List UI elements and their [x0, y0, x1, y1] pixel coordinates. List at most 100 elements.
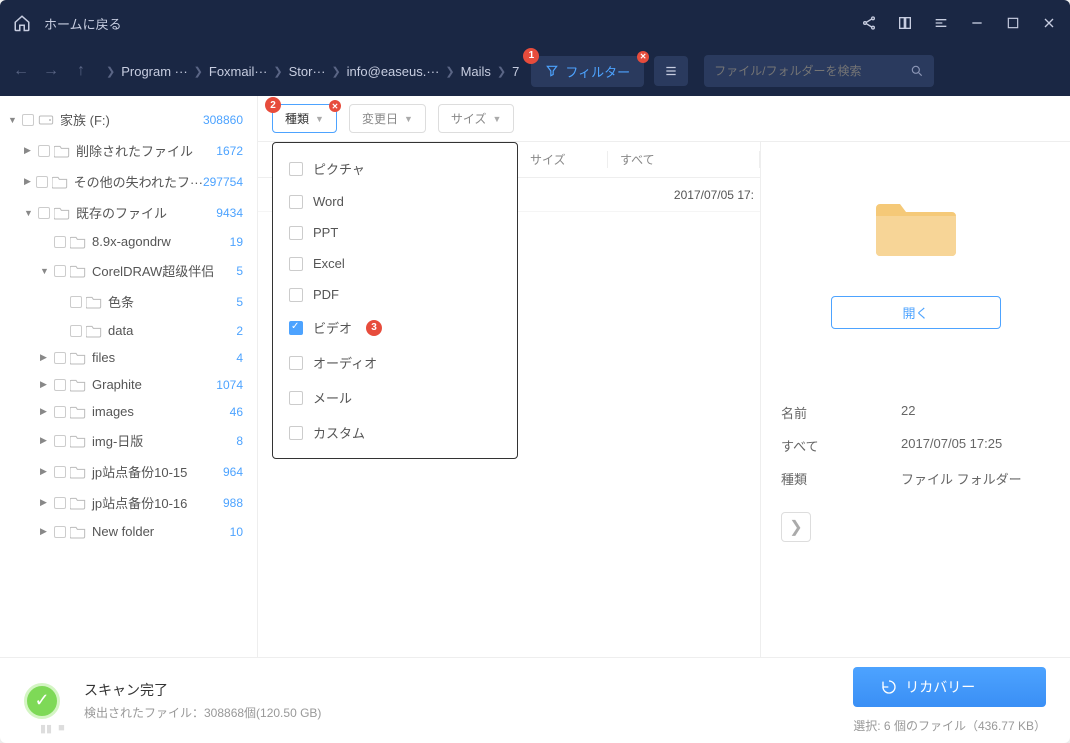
tree-item[interactable]: ▶ images 46 — [0, 398, 257, 425]
checkbox[interactable] — [289, 321, 303, 335]
checkbox[interactable] — [289, 257, 303, 271]
checkbox[interactable] — [54, 352, 66, 364]
search-icon[interactable] — [910, 64, 924, 78]
tree-toggle-icon[interactable]: ▶ — [40, 497, 52, 508]
tree-item[interactable]: 色条 5 — [0, 286, 257, 317]
dropdown-item[interactable]: PPT — [273, 217, 517, 248]
tree-toggle-icon[interactable]: ▶ — [40, 406, 52, 417]
tree-item[interactable]: ▶ New folder 10 — [0, 518, 257, 545]
tree-item[interactable]: ▼ CorelDRAW超级伴侣 5 — [0, 255, 257, 286]
tree-item[interactable]: ▶ Graphite 1074 — [0, 371, 257, 398]
breadcrumb-segment[interactable]: Mails — [461, 64, 491, 79]
dropdown-item[interactable]: ビデオ3 — [273, 310, 517, 345]
type-dropdown[interactable]: ピクチャWordPPTExcelPDFビデオ3オーディオメールカスタム — [272, 142, 518, 459]
tree-item[interactable]: ▼ 家族 (F:) 308860 — [0, 104, 257, 135]
tree-item[interactable]: ▶ img-日版 8 — [0, 425, 257, 456]
breadcrumb-segment[interactable]: Foxmail··· — [209, 64, 268, 79]
tree-toggle-icon[interactable]: ▶ — [40, 379, 52, 390]
sidebar-tree[interactable]: ▼ 家族 (F:) 308860▶ 削除されたファイル 1672▶ その他の失わ… — [0, 96, 258, 657]
layout-icon[interactable] — [896, 14, 914, 32]
filter-close-icon[interactable]: ✕ — [637, 51, 649, 63]
next-page-button[interactable]: ❯ — [781, 512, 811, 542]
tree-item[interactable]: ▶ jp站点备份10-16 988 — [0, 487, 257, 518]
recovery-button[interactable]: リカバリー — [853, 667, 1046, 707]
tree-toggle-icon[interactable]: ▶ — [24, 176, 34, 187]
tree-label: data — [108, 323, 133, 338]
checkbox[interactable] — [36, 176, 48, 188]
back-icon[interactable]: ← — [12, 62, 30, 80]
stop-icon[interactable]: ■ — [58, 722, 65, 735]
dropdown-item[interactable]: PDF — [273, 279, 517, 310]
filter-size-pill[interactable]: サイズ ▼ — [438, 104, 515, 133]
checkbox[interactable] — [54, 265, 66, 277]
checkbox[interactable] — [54, 406, 66, 418]
type-pill-close-icon[interactable]: ✕ — [329, 100, 341, 112]
tree-toggle-icon[interactable]: ▼ — [24, 208, 36, 218]
breadcrumb-segment[interactable]: Stor··· — [289, 64, 326, 79]
checkbox[interactable] — [289, 391, 303, 405]
tree-toggle-icon[interactable]: ▼ — [8, 115, 20, 125]
dropdown-item[interactable]: Word — [273, 186, 517, 217]
checkbox[interactable] — [289, 426, 303, 440]
breadcrumb-segment[interactable]: Program ··· — [121, 64, 187, 79]
tree-toggle-icon[interactable]: ▶ — [40, 352, 52, 363]
minimize-icon[interactable] — [968, 14, 986, 32]
maximize-icon[interactable] — [1004, 14, 1022, 32]
dropdown-item[interactable]: オーディオ — [273, 345, 517, 380]
checkbox[interactable] — [54, 497, 66, 509]
dropdown-item[interactable]: ピクチャ — [273, 151, 517, 186]
tree-item[interactable]: 8.9x-agondrw 19 — [0, 228, 257, 255]
search-input[interactable] — [714, 64, 910, 78]
pause-icon[interactable]: ▮▮ — [40, 722, 52, 735]
tree-toggle-icon[interactable]: ▼ — [40, 266, 52, 276]
up-icon[interactable]: ↑ — [72, 62, 90, 80]
open-button[interactable]: 開く — [831, 296, 1001, 329]
dropdown-item[interactable]: Excel — [273, 248, 517, 279]
checkbox[interactable] — [289, 356, 303, 370]
tree-item[interactable]: ▶ その他の失われたフ··· 297754 — [0, 166, 257, 197]
checkbox[interactable] — [289, 226, 303, 240]
filter-date-pill[interactable]: 変更日 ▼ — [349, 104, 426, 133]
tree-toggle-icon[interactable]: ▶ — [40, 526, 52, 537]
tree-item[interactable]: ▼ 既存のファイル 9434 — [0, 197, 257, 228]
home-icon[interactable] — [12, 13, 32, 33]
checkbox[interactable] — [289, 288, 303, 302]
filter-type-pill[interactable]: 2 種類 ▼ ✕ — [272, 104, 337, 133]
dropdown-item[interactable]: カスタム — [273, 415, 517, 450]
col-size[interactable]: サイズ — [518, 151, 608, 168]
share-icon[interactable] — [860, 14, 878, 32]
menu-icon[interactable] — [932, 14, 950, 32]
checkbox[interactable] — [38, 207, 50, 219]
badge-1: 1 — [523, 48, 539, 64]
breadcrumb[interactable]: ❯Program ···❯Foxmail···❯Stor···❯info@eas… — [106, 64, 519, 79]
checkbox[interactable] — [289, 195, 303, 209]
forward-icon[interactable]: → — [42, 62, 60, 80]
tree-toggle-icon[interactable]: ▶ — [24, 145, 36, 156]
checkbox[interactable] — [54, 466, 66, 478]
tree-item[interactable]: data 2 — [0, 317, 257, 344]
col-all[interactable]: すべて — [608, 151, 760, 168]
home-label[interactable]: ホームに戻る — [44, 14, 122, 33]
dropdown-label: メール — [313, 388, 352, 407]
breadcrumb-segment[interactable]: 7 — [512, 64, 519, 79]
dropdown-item[interactable]: メール — [273, 380, 517, 415]
checkbox[interactable] — [70, 296, 82, 308]
checkbox[interactable] — [54, 526, 66, 538]
checkbox[interactable] — [289, 162, 303, 176]
filter-button[interactable]: 1 フィルター ✕ — [531, 56, 644, 87]
checkbox[interactable] — [70, 325, 82, 337]
tree-item[interactable]: ▶ files 4 — [0, 344, 257, 371]
breadcrumb-segment[interactable]: info@easeus.··· — [347, 64, 440, 79]
checkbox[interactable] — [54, 435, 66, 447]
checkbox[interactable] — [38, 145, 50, 157]
tree-item[interactable]: ▶ 削除されたファイル 1672 — [0, 135, 257, 166]
tree-toggle-icon[interactable]: ▶ — [40, 466, 52, 477]
search-box[interactable] — [704, 55, 934, 87]
tree-item[interactable]: ▶ jp站点备份10-15 964 — [0, 456, 257, 487]
close-icon[interactable] — [1040, 14, 1058, 32]
checkbox[interactable] — [22, 114, 34, 126]
checkbox[interactable] — [54, 379, 66, 391]
checkbox[interactable] — [54, 236, 66, 248]
tree-toggle-icon[interactable]: ▶ — [40, 435, 52, 446]
view-mode-button[interactable] — [654, 56, 688, 86]
